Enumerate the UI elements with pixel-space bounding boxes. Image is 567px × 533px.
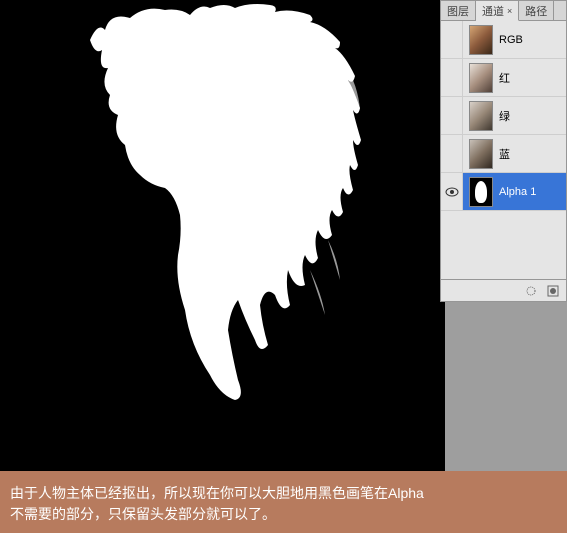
channel-thumbnail <box>469 101 493 131</box>
channel-label: 红 <box>499 70 566 86</box>
panel-footer <box>441 279 566 301</box>
visibility-toggle[interactable] <box>441 97 463 134</box>
channel-row-alpha-1[interactable]: Alpha 1 <box>441 173 566 211</box>
canvas-area[interactable] <box>0 0 445 471</box>
tab-channels[interactable]: 通道 × <box>476 1 519 21</box>
tab-channels-label: 通道 <box>482 3 504 19</box>
channel-label: RGB <box>499 34 566 46</box>
tab-layers[interactable]: 图层 <box>441 1 476 20</box>
channel-row-红[interactable]: 红 <box>441 59 566 97</box>
caption-line1: 由于人物主体已经抠出，所以现在你可以大胆地用黑色画笔在Alpha <box>10 483 557 504</box>
channel-list: RGB 红绿蓝 Alpha 1 <box>441 21 566 279</box>
panel-tabs: 图层 通道 × 路径 <box>441 1 566 21</box>
channels-panel: 图层 通道 × 路径 RGB 红绿蓝 Alpha 1 <box>440 0 567 302</box>
channel-thumbnail <box>469 25 493 55</box>
visibility-toggle[interactable] <box>441 173 463 210</box>
silhouette-mask <box>60 0 390 420</box>
caption-line2: 不需要的部分，只保留头发部分就可以了。 <box>10 504 557 525</box>
visibility-toggle[interactable] <box>441 59 463 96</box>
close-icon: × <box>507 6 512 16</box>
channel-row-蓝[interactable]: 蓝 <box>441 135 566 173</box>
workspace-background <box>445 302 567 471</box>
mask-icon[interactable] <box>546 284 560 298</box>
eye-icon <box>445 187 459 197</box>
channel-label: Alpha 1 <box>499 186 566 198</box>
channel-row-rgb[interactable]: RGB <box>441 21 566 59</box>
instruction-caption: 由于人物主体已经抠出，所以现在你可以大胆地用黑色画笔在Alpha 不需要的部分，… <box>0 471 567 533</box>
channel-label: 绿 <box>499 108 566 124</box>
selection-icon[interactable] <box>524 284 538 298</box>
visibility-toggle[interactable] <box>441 21 463 58</box>
channel-thumbnail <box>469 139 493 169</box>
tab-paths[interactable]: 路径 <box>519 1 554 20</box>
visibility-toggle[interactable] <box>441 135 463 172</box>
channel-thumbnail <box>469 177 493 207</box>
channel-label: 蓝 <box>499 146 566 162</box>
channel-row-绿[interactable]: 绿 <box>441 97 566 135</box>
channel-thumbnail <box>469 63 493 93</box>
